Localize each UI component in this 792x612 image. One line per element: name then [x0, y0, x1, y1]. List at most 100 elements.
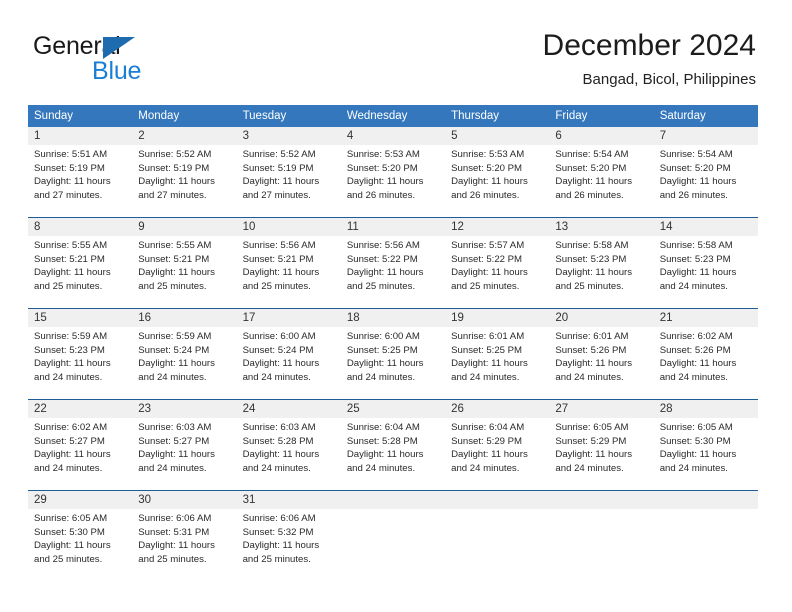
sunrise-text: Sunrise: 5:56 AM	[346, 240, 420, 251]
weekday-header-sunday: Sunday	[28, 105, 133, 127]
sunset-text: Sunset: 5:27 PM	[138, 435, 210, 447]
day-number	[445, 491, 550, 509]
calendar-day-cell[interactable]: 3 Sunrise: 5:52 AM Sunset: 5:19 PM Daylight…	[236, 127, 341, 218]
day-number: 24	[236, 400, 341, 418]
sunset-text: Sunset: 5:21 PM	[242, 253, 314, 265]
daylight-text-line2: and 24 minutes.	[138, 462, 207, 474]
weekday-header-saturday: Saturday	[653, 105, 758, 127]
day-number: 14	[653, 218, 758, 236]
calendar-day-cell[interactable]: 24 Sunrise: 6:03 AM Sunset: 5:28 PM Dayligh…	[236, 399, 341, 491]
calendar-day-cell[interactable]: 15 Sunrise: 5:59 AM Sunset: 5:23 PM Dayligh…	[28, 308, 133, 400]
calendar-day-cell[interactable]: 30 Sunrise: 6:06 AM Sunset: 5:31 PM Dayligh…	[132, 490, 237, 581]
day-number: 19	[445, 309, 550, 327]
day-details: Sunrise: 6:03 AM Sunset: 5:28 PM Daylight:…	[237, 418, 341, 475]
daylight-text-line1: Daylight: 11 hours	[242, 540, 320, 552]
calendar-day-cell[interactable]: 19 Sunrise: 6:01 AM Sunset: 5:25 PM Dayligh…	[445, 308, 550, 400]
calendar-day-cell[interactable]: 23 Sunrise: 6:03 AM Sunset: 5:27 PM Dayligh…	[132, 399, 237, 491]
calendar-day-cell[interactable]: 14 Sunrise: 5:58 AM Sunset: 5:23 PM Dayligh…	[653, 217, 758, 309]
calendar-day-cell[interactable]: 17 Sunrise: 6:00 AM Sunset: 5:24 PM Dayligh…	[236, 308, 341, 400]
sunset-text: Sunset: 5:20 PM	[555, 162, 627, 174]
calendar-day-cell[interactable]: 6 Sunrise: 5:54 AM Sunset: 5:20 PM Daylight…	[549, 127, 654, 218]
daylight-text-line2: and 24 minutes.	[34, 462, 103, 474]
general-blue-logo[interactable]: General Blue	[33, 32, 233, 88]
calendar-day-cell[interactable]	[445, 490, 550, 581]
sunset-text: Sunset: 5:28 PM	[242, 435, 314, 447]
calendar-day-cell[interactable]: 1 Sunrise: 5:51 AM Sunset: 5:19 PM Daylight…	[28, 127, 133, 218]
daylight-text-line2: and 24 minutes.	[242, 462, 311, 474]
sunrise-text: Sunrise: 6:04 AM	[451, 422, 525, 433]
calendar-day-cell[interactable]	[549, 490, 654, 581]
calendar-day-cell[interactable]: 7 Sunrise: 5:54 AM Sunset: 5:20 PM Daylight…	[653, 127, 758, 218]
day-number: 9	[132, 218, 237, 236]
calendar-day-cell[interactable]	[653, 490, 758, 581]
day-number: 21	[653, 309, 758, 327]
calendar-day-cell[interactable]: 9 Sunrise: 5:55 AM Sunset: 5:21 PM Daylight…	[132, 217, 237, 309]
calendar-day-cell[interactable]: 25 Sunrise: 6:04 AM Sunset: 5:28 PM Dayligh…	[340, 399, 446, 491]
daylight-text-line2: and 24 minutes.	[34, 371, 103, 383]
daylight-text-line2: and 24 minutes.	[659, 462, 728, 474]
calendar-day-cell[interactable]: 13 Sunrise: 5:58 AM Sunset: 5:23 PM Dayligh…	[549, 217, 654, 309]
daylight-text-line2: and 24 minutes.	[659, 280, 728, 292]
calendar-day-cell[interactable]: 26 Sunrise: 6:04 AM Sunset: 5:29 PM Dayligh…	[445, 399, 550, 491]
day-details	[654, 509, 758, 512]
daylight-text-line2: and 24 minutes.	[346, 371, 416, 383]
calendar-day-cell[interactable]: 10 Sunrise: 5:56 AM Sunset: 5:21 PM Dayligh…	[236, 217, 341, 309]
calendar-day-cell[interactable]	[340, 490, 446, 581]
calendar-day-cell[interactable]: 21 Sunrise: 6:02 AM Sunset: 5:26 PM Dayligh…	[653, 308, 758, 400]
calendar-day-cell[interactable]: 22 Sunrise: 6:02 AM Sunset: 5:27 PM Dayligh…	[28, 399, 133, 491]
daylight-text-line2: and 25 minutes.	[555, 280, 624, 292]
daylight-text-line1: Daylight: 11 hours	[659, 267, 737, 279]
day-number: 13	[549, 218, 654, 236]
calendar-day-cell[interactable]: 5 Sunrise: 5:53 AM Sunset: 5:20 PM Daylight…	[445, 127, 550, 218]
calendar-day-cell[interactable]: 2 Sunrise: 5:52 AM Sunset: 5:19 PM Daylight…	[132, 127, 237, 218]
calendar-day-cell[interactable]: 12 Sunrise: 5:57 AM Sunset: 5:22 PM Dayligh…	[445, 217, 550, 309]
sunrise-sunset-calendar: Sunday Monday Tuesday Wednesday Thursday…	[28, 105, 758, 581]
calendar-day-cell[interactable]: 29 Sunrise: 6:05 AM Sunset: 5:30 PM Dayligh…	[28, 490, 133, 581]
sunrise-text: Sunrise: 5:52 AM	[242, 149, 316, 160]
daylight-text-line2: and 24 minutes.	[242, 371, 311, 383]
sunset-text: Sunset: 5:24 PM	[138, 344, 210, 356]
daylight-text-line2: and 24 minutes.	[138, 371, 207, 383]
sunrise-text: Sunrise: 6:00 AM	[346, 331, 420, 342]
daylight-text-line1: Daylight: 11 hours	[138, 267, 215, 279]
daylight-text-line1: Daylight: 11 hours	[242, 449, 320, 461]
daylight-text-line1: Daylight: 11 hours	[659, 176, 737, 188]
daylight-text-line2: and 25 minutes.	[138, 280, 207, 292]
day-number: 31	[236, 491, 341, 509]
weekday-header-tuesday: Tuesday	[236, 105, 341, 127]
day-number: 28	[653, 400, 758, 418]
day-details: Sunrise: 5:51 AM Sunset: 5:19 PM Daylight:…	[28, 145, 132, 202]
calendar-day-cell[interactable]: 4 Sunrise: 5:53 AM Sunset: 5:20 PM Daylight…	[340, 127, 446, 218]
calendar-body: 1 Sunrise: 5:51 AM Sunset: 5:19 PM Daylight…	[28, 127, 758, 581]
day-details: Sunrise: 5:52 AM Sunset: 5:19 PM Daylight:…	[132, 145, 236, 202]
weekday-header-monday: Monday	[132, 105, 237, 127]
daylight-text-line2: and 25 minutes.	[138, 553, 207, 565]
daylight-text-line1: Daylight: 11 hours	[555, 267, 633, 279]
day-number: 6	[549, 127, 654, 145]
calendar-week-row: 1 Sunrise: 5:51 AM Sunset: 5:19 PM Daylight…	[28, 127, 758, 218]
sunrise-text: Sunrise: 5:52 AM	[138, 149, 212, 160]
day-details: Sunrise: 5:57 AM Sunset: 5:22 PM Daylight:…	[445, 236, 549, 293]
day-details	[341, 509, 445, 512]
day-details: Sunrise: 5:54 AM Sunset: 5:20 PM Daylight:…	[549, 145, 653, 202]
calendar-day-cell[interactable]: 16 Sunrise: 5:59 AM Sunset: 5:24 PM Dayligh…	[132, 308, 237, 400]
calendar-week-row: 15 Sunrise: 5:59 AM Sunset: 5:23 PM Dayligh…	[28, 308, 758, 400]
sunrise-text: Sunrise: 6:03 AM	[138, 422, 212, 433]
daylight-text-line1: Daylight: 11 hours	[555, 176, 633, 188]
calendar-day-cell[interactable]: 8 Sunrise: 5:55 AM Sunset: 5:21 PM Daylight…	[28, 217, 133, 309]
calendar-day-cell[interactable]: 20 Sunrise: 6:01 AM Sunset: 5:26 PM Dayligh…	[549, 308, 654, 400]
calendar-day-cell[interactable]: 28 Sunrise: 6:05 AM Sunset: 5:30 PM Dayligh…	[653, 399, 758, 491]
calendar-day-cell[interactable]: 27 Sunrise: 6:05 AM Sunset: 5:29 PM Dayligh…	[549, 399, 654, 491]
daylight-text-line1: Daylight: 11 hours	[451, 267, 528, 279]
sunrise-text: Sunrise: 5:55 AM	[34, 240, 108, 251]
calendar-day-cell[interactable]: 31 Sunrise: 6:06 AM Sunset: 5:32 PM Dayligh…	[236, 490, 341, 581]
day-number: 29	[28, 491, 133, 509]
daylight-text-line1: Daylight: 11 hours	[242, 358, 320, 370]
day-number: 10	[236, 218, 341, 236]
sunset-text: Sunset: 5:19 PM	[138, 162, 210, 174]
calendar-day-cell[interactable]: 11 Sunrise: 5:56 AM Sunset: 5:22 PM Dayligh…	[340, 217, 446, 309]
sunset-text: Sunset: 5:20 PM	[451, 162, 523, 174]
calendar-day-cell[interactable]: 18 Sunrise: 6:00 AM Sunset: 5:25 PM Dayligh…	[340, 308, 446, 400]
calendar-page: General Blue December 2024 Bangad, Bicol…	[0, 0, 792, 612]
day-details: Sunrise: 6:03 AM Sunset: 5:27 PM Daylight:…	[132, 418, 236, 475]
